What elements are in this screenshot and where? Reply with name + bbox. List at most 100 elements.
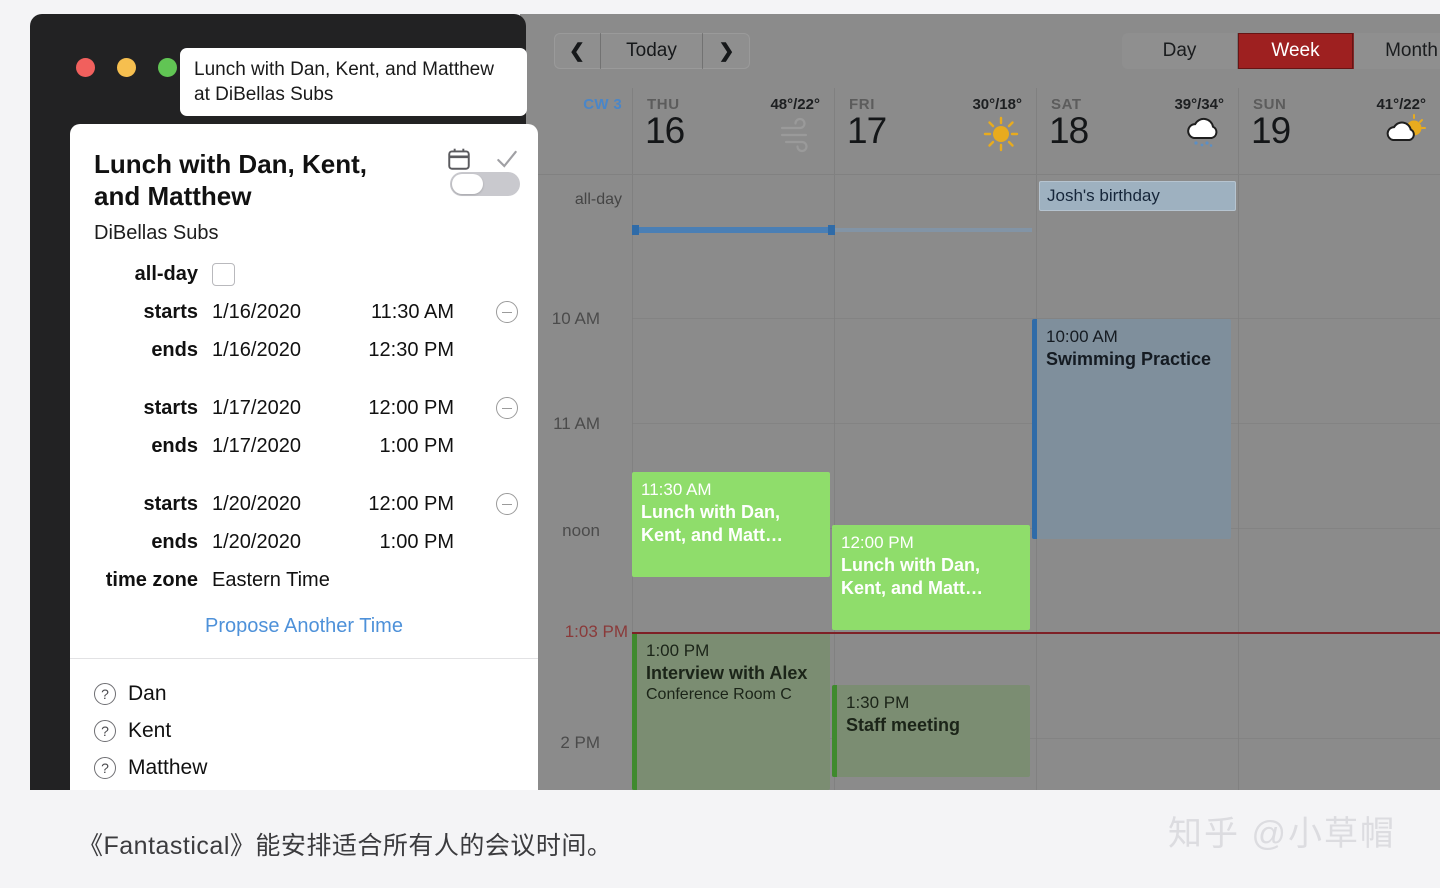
attendee-list: ? Dan ? Kent ? Matthew [70,659,538,786]
chevron-left-icon: ❮ [569,40,585,62]
event-title: Interview with Alex [646,663,808,684]
day-number-label: 19 [1251,110,1291,151]
calendar-event-swimming-practice[interactable]: 10:00 AM Swimming Practice [1032,319,1231,539]
row-time[interactable]: 1:00 PM [342,435,454,458]
row-date[interactable]: 1/16/2020 [212,339,342,362]
row-date[interactable]: 1/17/2020 [212,435,342,458]
prev-week-button[interactable]: ❮ [554,33,601,69]
all-day-cell-thu[interactable] [632,175,834,232]
row-time[interactable]: 1:00 PM [342,531,454,554]
event-location: DiBellas Subs [94,222,219,245]
calendar-event-interview[interactable]: 1:00 PM Interview with Alex Conference R… [632,633,830,790]
event-visibility-toggle[interactable] [450,172,520,196]
event-title: Lunch with Dan, Kent, and Matt… [641,502,783,546]
app-window: Lunch with Dan, Kent, and Matthew at DiB… [30,14,538,804]
row-date[interactable]: 1/17/2020 [212,397,342,420]
row-label: time zone [105,568,198,591]
current-time-label: 1:03 PM [564,622,628,641]
calendar-toolbar: ❮ Today ❯ Day Week Month [520,14,1440,88]
view-switcher: Day Week Month [1122,33,1440,69]
all-day-row: all-day [94,255,514,293]
event-location: Conference Room C [646,686,792,704]
day-header-row: CW 3 THU 48°/22° 16 FRI 30°/18° 17 SAT 3… [520,88,1440,174]
next-week-button[interactable]: ❯ [703,33,750,69]
view-tab-month[interactable]: Month [1354,33,1440,69]
caption-text: 《Fantastical》能安排适合所有人的会议时间。 [78,832,613,860]
all-day-checkbox[interactable] [212,262,235,286]
all-day-cell-sat[interactable]: Josh's birthday [1036,175,1238,232]
minimize-window-button[interactable] [117,58,136,77]
current-time-line [632,632,1440,634]
remove-time-option-button[interactable] [496,301,518,324]
row-date[interactable]: 1/20/2020 [212,493,342,516]
row-date[interactable]: 1/20/2020 [212,531,342,554]
selection-range-handle[interactable] [632,225,835,235]
view-tab-week[interactable]: Week [1238,33,1354,69]
row-time[interactable]: 12:00 PM [342,397,454,420]
day-column-header-sun[interactable]: SUN 41°/22° 19 [1238,88,1440,174]
time-row: ends 1/17/2020 1:00 PM [94,427,514,465]
day-column-header-fri[interactable]: FRI 30°/18° 17 [834,88,1036,174]
time-row: starts 1/16/2020 11:30 AM [94,293,518,331]
date-navigation-group: ❮ Today ❯ [554,33,750,69]
timezone-row: time zone Eastern Time [94,561,514,599]
day-column-header-sat[interactable]: SAT 39°/34° 18 [1036,88,1238,174]
today-button[interactable]: Today [601,33,703,69]
row-spacer [94,465,514,485]
day-number-label: 18 [1049,110,1089,151]
remove-time-option-button[interactable] [496,397,518,420]
event-title: Staff meeting [846,715,961,736]
row-label: ends [151,434,198,457]
time-row: starts 1/17/2020 12:00 PM [94,389,518,427]
screenshot-root: ❮ Today ❯ Day Week Month CW 3 THU 48°/22… [0,0,1440,888]
calendar-app: ❮ Today ❯ Day Week Month CW 3 THU 48°/22… [520,14,1440,790]
quick-entry-input[interactable]: Lunch with Dan, Kent, and Matthew at DiB… [180,48,527,117]
event-time: 1:00 PM [646,641,710,660]
day-temperature-label: 41°/22° [1376,96,1426,113]
all-day-cell-sun[interactable] [1238,175,1440,232]
event-title: Lunch with Dan, Kent, and Matthew [94,149,367,212]
row-time[interactable]: 12:00 PM [342,493,454,516]
row-label: starts [143,492,198,515]
day-temperature-label: 39°/34° [1174,96,1224,113]
timezone-value[interactable]: Eastern Time [212,569,330,592]
row-time[interactable]: 12:30 PM [342,339,454,362]
day-temperature-label: 30°/18° [972,96,1022,113]
attendee-name: Dan [128,681,167,705]
all-day-cell-fri[interactable] [834,175,1036,232]
event-time: 10:00 AM [1046,327,1118,346]
row-label: ends [151,530,198,553]
all-day-label: all-day [574,191,622,208]
day-number-label: 16 [645,110,685,151]
view-tab-day[interactable]: Day [1122,33,1238,69]
event-detail-panel: Lunch with Dan, Kent, and Matthew DiBell… [70,124,538,804]
attendee-item[interactable]: ? Kent [94,712,514,749]
week-number-label: CW 3 [583,96,622,113]
row-time[interactable]: 11:30 AM [342,301,454,324]
row-date[interactable]: 1/16/2020 [212,301,342,324]
attendee-item[interactable]: ? Matthew [94,749,514,786]
attendee-name: Kent [128,718,172,742]
rain-cloud-icon [1180,114,1226,154]
attendee-item[interactable]: ? Dan [94,675,514,712]
calendar-event-lunch-fri[interactable]: 12:00 PM Lunch with Dan, Kent, and Matt… [832,525,1030,630]
time-column-sun[interactable] [1238,232,1440,790]
all-day-event[interactable]: Josh's birthday [1039,181,1236,211]
partly-cloudy-icon [1382,114,1428,154]
day-column-header-thu[interactable]: THU 48°/22° 16 [632,88,834,174]
wind-icon [776,114,822,154]
event-time: 12:00 PM [841,533,914,552]
calendar-event-staff-meeting[interactable]: 1:30 PM Staff meeting [832,685,1030,777]
event-time: 11:30 AM [641,480,712,499]
remove-time-option-button[interactable] [496,493,518,516]
calendar-event-lunch-thu[interactable]: 11:30 AM Lunch with Dan, Kent, and Matt… [632,472,830,577]
selection-range-ghost [832,228,1032,232]
maximize-window-button[interactable] [158,58,177,77]
time-row: ends 1/20/2020 1:00 PM [94,523,514,561]
event-title: Lunch with Dan, Kent, and Matt… [841,555,983,599]
time-row: starts 1/20/2020 12:00 PM [94,485,518,523]
propose-another-time-link[interactable]: Propose Another Time [70,599,538,658]
row-label: ends [151,338,198,361]
time-row: ends 1/16/2020 12:30 PM [94,331,514,369]
close-window-button[interactable] [76,58,95,77]
